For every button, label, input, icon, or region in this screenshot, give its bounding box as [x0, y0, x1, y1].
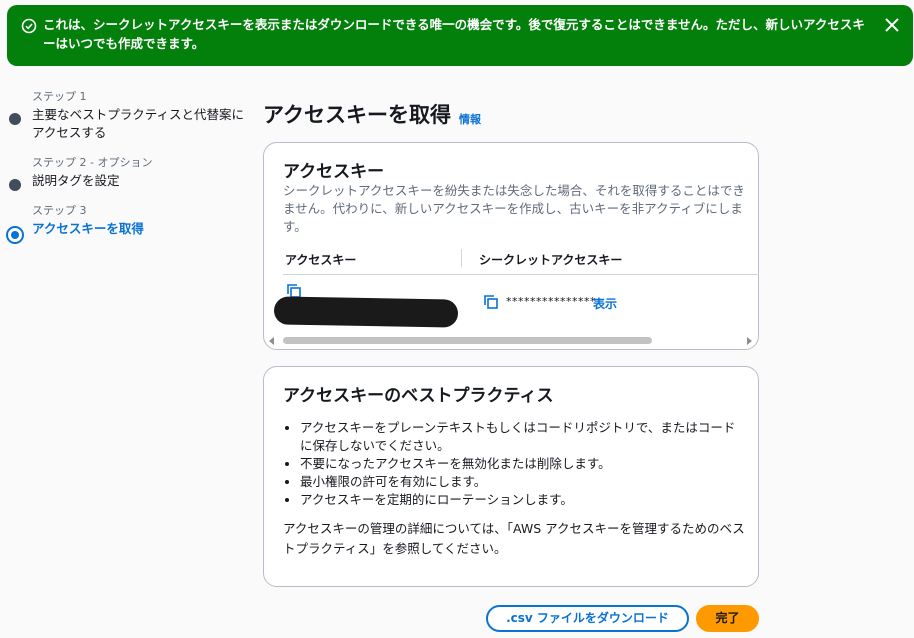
success-flash-banner: これは、シークレットアクセスキーを表示またはダウンロードできる唯一の機会です。後…: [7, 5, 913, 66]
step-title: 主要なベストプラクティスと代替案にアクセスする: [32, 107, 245, 140]
column-divider: [461, 249, 462, 267]
done-button[interactable]: 完了: [696, 605, 759, 632]
horizontal-scrollbar[interactable]: [266, 334, 758, 348]
step-number: ステップ 3: [32, 204, 87, 217]
step-title: 説明タグを設定: [32, 173, 120, 188]
scroll-right-icon[interactable]: [747, 337, 752, 345]
scrollbar-thumb[interactable]: [283, 337, 652, 344]
column-header-secret-key: シークレットアクセスキー: [479, 253, 623, 267]
step-active-indicator-icon: [6, 226, 24, 244]
best-practices-card: アクセスキーのベストプラクティス アクセスキーをプレーンテキストもしくはコードリ…: [263, 366, 759, 587]
step-2[interactable]: ステップ 2 - オプション 説明タグを設定: [0, 156, 245, 191]
table-header-divider: [283, 274, 759, 275]
redacted-access-key: [273, 296, 459, 328]
best-practices-list: アクセスキーをプレーンテキストもしくはコードリポジトリで、またはコードに保存しな…: [300, 419, 746, 509]
list-item: 最小権限の許可を有効にします。: [300, 473, 746, 491]
list-item: 不要になったアクセスキーを無効化または削除します。: [300, 455, 746, 473]
secret-access-key-masked: ***************: [506, 295, 596, 308]
column-header-access-key: アクセスキー: [285, 253, 357, 267]
list-item: アクセスキーを定期的にローテーションします。: [300, 491, 746, 509]
success-check-icon: [21, 18, 37, 34]
card-title: アクセスキー: [283, 162, 385, 182]
access-key-card: アクセスキー シークレットアクセスキーを紛失または失念した場合、それを取得するこ…: [263, 142, 759, 350]
show-secret-link[interactable]: 表示: [593, 295, 617, 312]
close-icon[interactable]: [883, 16, 901, 34]
step-number: ステップ 1: [32, 90, 87, 103]
flash-message: これは、シークレットアクセスキーを表示またはダウンロードできる唯一の機会です。後…: [43, 17, 865, 51]
page: これは、シークレットアクセスキーを表示またはダウンロードできる唯一の機会です。後…: [0, 0, 914, 638]
best-practices-footer: アクセスキーの管理の詳細については、「AWS アクセスキーを管理するためのベスト…: [283, 521, 745, 556]
scroll-left-icon[interactable]: [269, 337, 274, 345]
card-description: シークレットアクセスキーを紛失または失念した場合、それを取得することはできません…: [283, 183, 745, 234]
step-number: ステップ 2 - オプション: [32, 156, 153, 169]
step-3: ステップ 3 アクセスキーを取得: [0, 204, 245, 244]
page-title: アクセスキーを取得: [263, 103, 451, 127]
wizard-steps: ステップ 1 主要なベストプラクティスと代替案にアクセスする ステップ 2 - …: [0, 90, 245, 252]
download-csv-button[interactable]: .csv ファイルをダウンロード: [486, 605, 689, 632]
info-link[interactable]: 情報: [459, 111, 481, 127]
step-indicator-icon: [9, 179, 21, 191]
list-item: アクセスキーをプレーンテキストもしくはコードリポジトリで、またはコードに保存しな…: [300, 419, 746, 455]
step-1[interactable]: ステップ 1 主要なベストプラクティスと代替案にアクセスする: [0, 90, 245, 142]
card-title: アクセスキーのベストプラクティス: [283, 386, 554, 406]
step-indicator-icon: [9, 113, 21, 125]
copy-icon[interactable]: [483, 294, 499, 310]
step-title: アクセスキーを取得: [32, 221, 144, 236]
